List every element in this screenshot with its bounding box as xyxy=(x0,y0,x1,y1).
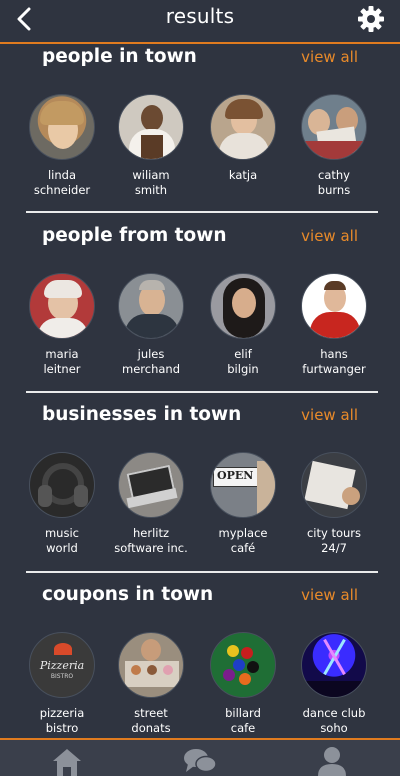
avatar xyxy=(301,273,367,339)
top-bar: results xyxy=(0,0,400,44)
business-card-herlitz-software[interactable]: herlitz software inc. xyxy=(106,452,196,556)
section-title: businesses in town xyxy=(42,404,242,425)
coupon-card-pizzeria-bistro[interactable]: Pizzeria BISTRO pizzeria bistro xyxy=(17,632,107,736)
section-header: people in town view all xyxy=(0,44,400,74)
coupon-card-dance-club-soho[interactable]: dance club soho xyxy=(289,632,379,736)
person-card-katja[interactable]: katja xyxy=(198,94,288,183)
profile-icon xyxy=(318,747,346,776)
avatar xyxy=(118,632,184,698)
avatar xyxy=(301,632,367,698)
item-name: cathy burns xyxy=(317,168,351,197)
person-card-cathy-burns[interactable]: cathy burns xyxy=(289,94,379,198)
section-header: people from town view all xyxy=(0,223,400,253)
item-name: city tours 24/7 xyxy=(306,526,362,555)
avatar: OPEN xyxy=(210,452,276,518)
avatar xyxy=(29,452,95,518)
nav-home-button[interactable] xyxy=(50,746,86,776)
item-name: wiliam smith xyxy=(132,168,170,197)
nav-profile-button[interactable] xyxy=(316,746,352,776)
item-row: music world herlitz software inc. OPEN m… xyxy=(0,452,400,572)
avatar xyxy=(29,273,95,339)
avatar xyxy=(301,452,367,518)
section-divider xyxy=(26,571,378,573)
item-name: maria leitner xyxy=(43,347,81,376)
item-row: Pizzeria BISTRO pizzeria bistro street d… xyxy=(0,632,400,738)
view-all-link[interactable]: view all xyxy=(301,406,358,424)
avatar xyxy=(210,632,276,698)
avatar xyxy=(301,94,367,160)
item-name: hans furtwanger xyxy=(302,347,366,376)
avatar xyxy=(118,94,184,160)
page-title: results xyxy=(165,4,235,28)
section-divider xyxy=(26,211,378,213)
avatar: Pizzeria BISTRO xyxy=(29,632,95,698)
chat-icon xyxy=(184,749,217,773)
item-row: maria leitner jules merchand elif bilgin xyxy=(0,273,400,393)
view-all-link[interactable]: view all xyxy=(301,227,358,245)
settings-button[interactable] xyxy=(356,4,386,34)
item-name: jules merchand xyxy=(122,347,180,376)
pizzeria-logo-text: Pizzeria xyxy=(39,659,85,672)
pizzeria-logo-sub: BISTRO xyxy=(50,673,74,680)
avatar xyxy=(210,94,276,160)
person-card-jules-merchand[interactable]: jules merchand xyxy=(106,273,196,377)
person-card-maria-leitner[interactable]: maria leitner xyxy=(17,273,107,377)
bottom-nav-accent-line xyxy=(0,738,400,740)
item-name: billard cafe xyxy=(225,706,261,735)
person-card-elif-bilgin[interactable]: elif bilgin xyxy=(198,273,288,377)
item-name: elif bilgin xyxy=(227,347,259,376)
item-name: dance club soho xyxy=(302,706,366,735)
item-row: linda schneider wiliam smith katja cathy… xyxy=(0,94,400,214)
avatar xyxy=(210,273,276,339)
avatar xyxy=(118,452,184,518)
business-card-music-world[interactable]: music world xyxy=(17,452,107,556)
person-card-hans-furtwanger[interactable]: hans furtwanger xyxy=(289,273,379,377)
section-header: coupons in town view all xyxy=(0,582,400,612)
item-name: street donats xyxy=(131,706,171,735)
section-title: coupons in town xyxy=(42,584,214,605)
avatar xyxy=(29,94,95,160)
business-card-city-tours[interactable]: city tours 24/7 xyxy=(289,452,379,556)
section-header: businesses in town view all xyxy=(0,402,400,432)
item-name: linda schneider xyxy=(33,168,91,197)
nav-chat-button[interactable] xyxy=(182,746,218,776)
gear-icon xyxy=(358,6,384,32)
item-name: music world xyxy=(44,526,79,555)
item-name: pizzeria bistro xyxy=(39,706,85,735)
item-name: katja xyxy=(228,168,258,182)
item-name: herlitz software inc. xyxy=(114,526,188,555)
business-card-myplace-cafe[interactable]: OPEN myplace café xyxy=(198,452,288,556)
avatar xyxy=(118,273,184,339)
person-card-wiliam-smith[interactable]: wiliam smith xyxy=(106,94,196,198)
results-content[interactable]: people in town view all linda schneider … xyxy=(0,44,400,738)
coupon-card-street-donats[interactable]: street donats xyxy=(106,632,196,736)
coupon-card-billard-cafe[interactable]: billard cafe xyxy=(198,632,288,736)
section-divider xyxy=(26,391,378,393)
section-title: people from town xyxy=(42,225,227,246)
home-icon xyxy=(53,749,81,776)
section-title: people in town xyxy=(42,46,197,67)
view-all-link[interactable]: view all xyxy=(301,586,358,604)
item-name: myplace café xyxy=(218,526,268,555)
bottom-nav xyxy=(0,738,400,776)
person-card-linda-schneider[interactable]: linda schneider xyxy=(17,94,107,198)
view-all-link[interactable]: view all xyxy=(301,48,358,66)
